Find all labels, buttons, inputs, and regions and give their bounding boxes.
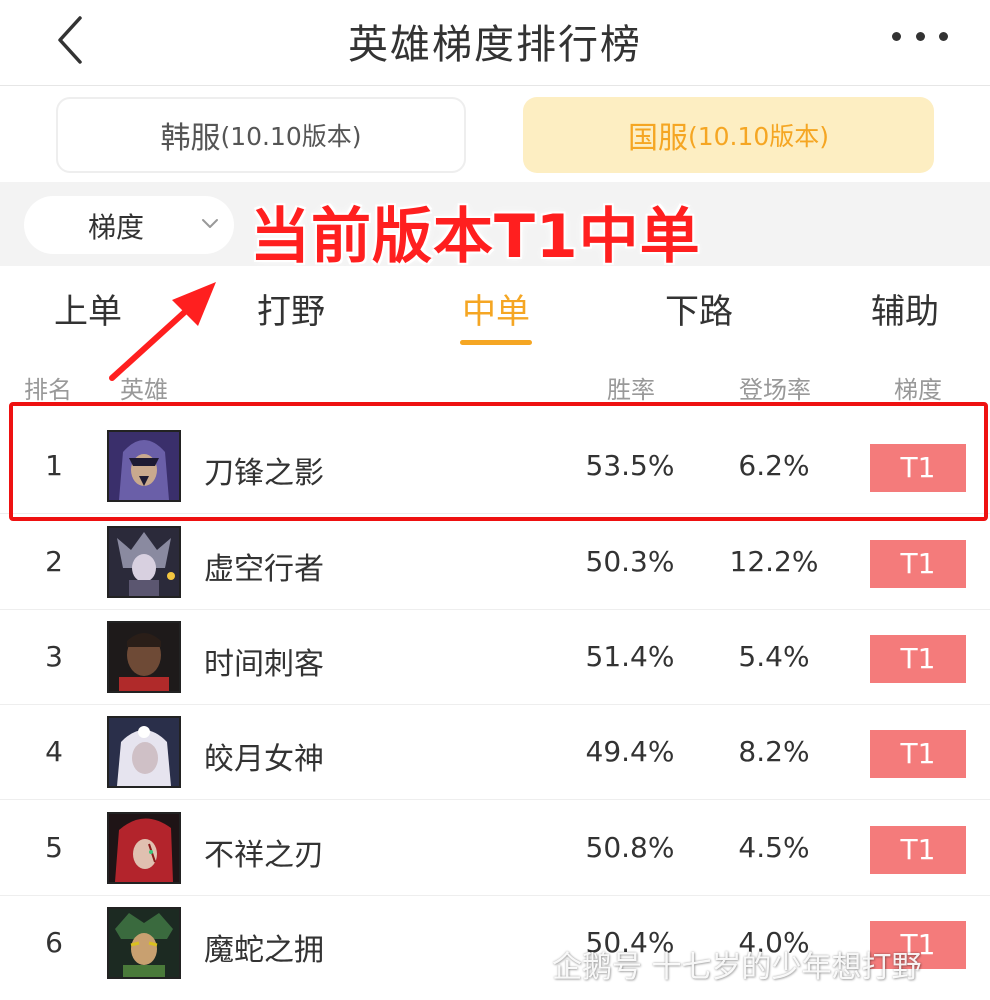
- tab-korea-server-label: 韩服: [160, 121, 221, 156]
- win-rate: 49.4%: [585, 735, 675, 768]
- hero-name: 魔蛇之拥: [204, 933, 324, 968]
- table-row[interactable]: 3 时间刺客 51.4% 5.4% T1: [0, 610, 990, 705]
- tier-badge: T1: [870, 635, 966, 683]
- tab-korea-server[interactable]: 韩服 (10.10版本): [56, 97, 466, 173]
- column-header-win-rate[interactable]: 胜率: [607, 370, 655, 405]
- hero-name: 虚空行者: [204, 552, 324, 587]
- tier-badge: T1: [870, 444, 966, 492]
- hero-name: 皎月女神: [204, 742, 324, 777]
- pick-rate: 6.2%: [738, 449, 810, 482]
- hero-portrait-icon: [107, 621, 181, 693]
- hero-portrait-icon: [107, 430, 181, 502]
- table-row[interactable]: 5 不祥之刃 50.8% 4.5% T1: [0, 801, 990, 896]
- top-bar: 英雄梯度排行榜: [0, 0, 990, 86]
- page-title: 英雄梯度排行榜: [348, 22, 642, 68]
- rank-number: 1: [45, 449, 63, 482]
- column-header-pick-rate[interactable]: 登场率: [739, 370, 811, 405]
- pick-rate: 8.2%: [738, 735, 810, 768]
- pick-rate: 4.5%: [738, 831, 810, 864]
- win-rate: 50.8%: [585, 831, 675, 864]
- tab-korea-server-version: (10.10版本): [220, 122, 362, 151]
- server-tabs: 韩服 (10.10版本) 国服 (10.10版本): [0, 86, 990, 182]
- hero-name: 不祥之刃: [204, 838, 324, 873]
- rank-number: 2: [45, 545, 63, 578]
- tab-mid-lane[interactable]: 中单: [462, 284, 530, 333]
- win-rate: 53.5%: [585, 449, 675, 482]
- table-row[interactable]: 4 皎月女神 49.4% 8.2% T1: [0, 705, 990, 800]
- tier-badge: T1: [870, 540, 966, 588]
- penguin-logo-icon: [513, 948, 537, 980]
- tab-china-server[interactable]: 国服 (10.10版本): [523, 97, 934, 173]
- pick-rate: 12.2%: [729, 545, 819, 578]
- column-header-tier[interactable]: 梯度: [894, 370, 942, 405]
- win-rate: 51.4%: [585, 640, 675, 673]
- table-row[interactable]: 2 虚空行者 50.3% 12.2% T1: [0, 515, 990, 610]
- tab-bot-lane[interactable]: 下路: [665, 284, 733, 333]
- annotation-text: 当前版本T1中单: [250, 202, 701, 272]
- watermark-text: 企鹅号 十七岁的少年想打野: [552, 950, 922, 985]
- tab-china-server-label: 国服: [627, 121, 688, 156]
- rank-number: 5: [45, 831, 63, 864]
- chevron-down-icon: [202, 219, 218, 228]
- tab-top-lane[interactable]: 上单: [54, 284, 122, 333]
- tab-support[interactable]: 辅助: [871, 284, 939, 333]
- hero-portrait-icon: [107, 907, 181, 979]
- hero-portrait-icon: [107, 526, 181, 598]
- hero-portrait-icon: [107, 716, 181, 788]
- hero-name: 刀锋之影: [204, 456, 324, 491]
- hero-name: 时间刺客: [204, 647, 324, 682]
- hero-portrait-icon: [107, 812, 181, 884]
- rank-number: 6: [45, 926, 63, 959]
- column-header-rank: 排名: [24, 376, 72, 404]
- table-row[interactable]: 1 刀锋之影 53.5% 6.2% T1: [0, 419, 990, 514]
- column-header-hero: 英雄: [120, 376, 168, 404]
- tier-filter-label: 梯度: [88, 211, 145, 244]
- rank-number: 3: [45, 640, 63, 673]
- more-options-icon[interactable]: [892, 24, 948, 48]
- tab-china-server-version: (10.10版本): [687, 122, 830, 151]
- watermark: 企鹅号 十七岁的少年想打野: [510, 942, 922, 986]
- pick-rate: 5.4%: [738, 640, 810, 673]
- tier-badge: T1: [870, 730, 966, 778]
- tab-jungle[interactable]: 打野: [257, 284, 325, 333]
- tier-badge: T1: [870, 826, 966, 874]
- active-tab-indicator: [460, 340, 532, 345]
- rank-number: 4: [45, 735, 63, 768]
- win-rate: 50.3%: [585, 545, 675, 578]
- position-tabs: 上单 打野 中单 下路 辅助: [0, 266, 990, 356]
- tier-filter-dropdown[interactable]: 梯度: [24, 196, 234, 254]
